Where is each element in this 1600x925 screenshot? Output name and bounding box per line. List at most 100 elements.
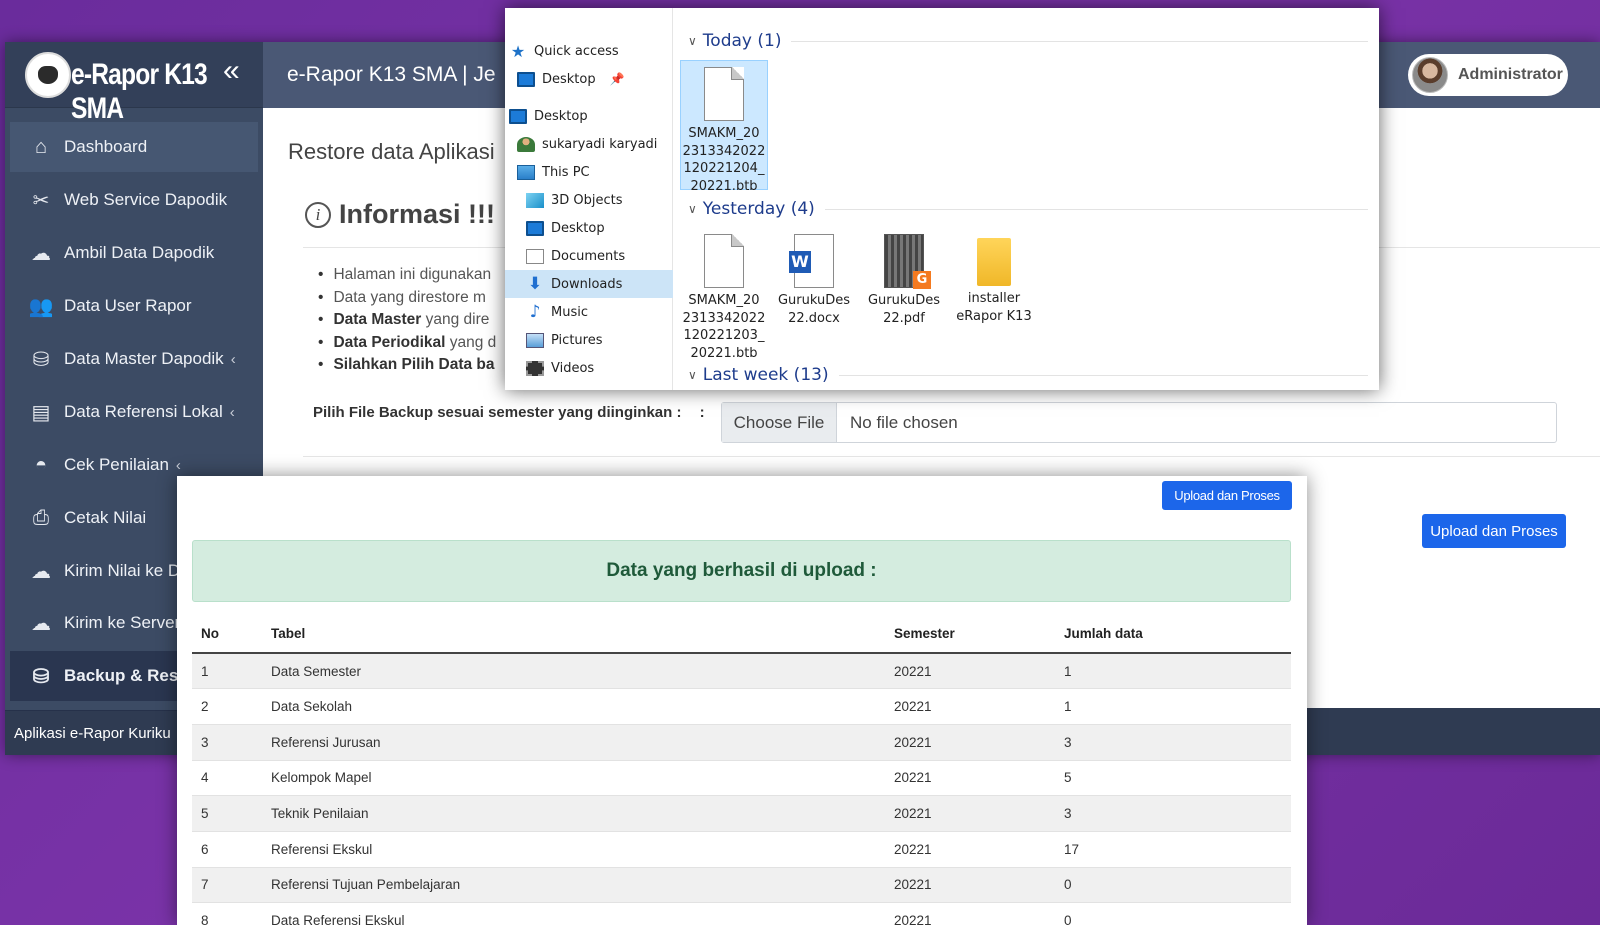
word-document-icon: [789, 234, 834, 288]
info-list-item: Data Master yang dire: [318, 309, 496, 332]
sidebar-item-label: Data Referensi Lokal: [64, 402, 223, 421]
desktop-icon: [509, 108, 527, 124]
nav-item-music[interactable]: ♪ Music: [505, 298, 673, 326]
nav-item-documents[interactable]: Documents: [505, 242, 673, 270]
chevron-left-icon: ‹: [175, 456, 181, 474]
column-header-tabel: Tabel: [262, 614, 885, 654]
nav-item-videos[interactable]: Videos: [505, 354, 673, 382]
nav-item-desktop[interactable]: Desktop: [505, 102, 673, 130]
pin-icon: 📌: [609, 72, 625, 86]
nav-item-label: sukaryadi karyadi: [542, 136, 658, 152]
table-cell: 5: [1055, 759, 1291, 796]
nav-item-quick-access[interactable]: ★ Quick access: [505, 37, 673, 65]
info-item-emphasis: Silahkan Pilih Data ba: [333, 356, 495, 374]
nav-item-this-pc[interactable]: This PC: [505, 158, 673, 186]
sidebar-item-data-master-dapodik[interactable]: ⛁ Data Master Dapodik ‹: [10, 334, 258, 384]
database-icon: ⛁: [32, 665, 50, 688]
nav-item-pictures[interactable]: Pictures: [505, 326, 673, 354]
info-list-item: Halaman ini digunakan: [318, 264, 496, 287]
folder-icon: [977, 238, 1011, 286]
nav-item-desktop[interactable]: Desktop 📌: [505, 65, 673, 93]
sidebar-item-data-user-rapor[interactable]: 👥 Data User Rapor: [10, 281, 258, 331]
chevron-down-icon: ∨: [688, 34, 697, 48]
star-icon: ★: [510, 41, 526, 61]
file-icon: [704, 67, 744, 121]
music-icon: ♪: [529, 301, 541, 322]
file-group-header[interactable]: ∨ Today (1): [688, 31, 1368, 51]
nav-item-label: Desktop: [542, 71, 596, 87]
users-icon: 👥: [28, 295, 54, 318]
sidebar-item-label: Ambil Data Dapodik: [64, 243, 215, 262]
file-item[interactable]: installer eRapor K13: [950, 228, 1038, 358]
table-cell: Kelompok Mapel: [262, 759, 885, 796]
file-group-header[interactable]: ∨ Last week (13): [688, 365, 1368, 385]
table-cell: 20221: [885, 830, 1055, 868]
sidebar-item-label: Cek Penilaian: [64, 455, 169, 474]
table-cell: Referensi Jurusan: [262, 723, 885, 761]
table-cell: 1: [1055, 652, 1291, 689]
user-folder-icon: [517, 136, 535, 152]
chevron-left-icon: ‹: [229, 403, 235, 421]
table-cell: 20221: [885, 902, 1055, 925]
table-cell: 4: [192, 759, 262, 796]
file-group-title: Last week (13): [702, 365, 829, 385]
table-cell: 1: [1055, 688, 1291, 725]
cloud-upload-icon: ☁: [31, 612, 51, 635]
sidebar-item-label: Kirim Nilai ke D: [64, 561, 181, 580]
chevron-left-icon: ‹: [230, 350, 236, 368]
info-item-emphasis: Data Periodikal: [333, 333, 446, 351]
file-group-title: Yesterday (4): [702, 199, 815, 219]
info-list-item: Data Periodikal yang d: [318, 332, 496, 355]
table-cell: 20221: [885, 688, 1055, 725]
info-heading: i Informasi !!!: [305, 199, 495, 230]
file-item[interactable]: GurukuDes 22.pdf: [860, 228, 948, 358]
home-icon: ⌂: [34, 135, 48, 158]
nav-item-desktop[interactable]: Desktop: [505, 214, 673, 242]
user-name: Administrator: [1458, 66, 1563, 83]
upload-process-button[interactable]: Upload dan Proses: [1162, 481, 1292, 510]
upload-process-button[interactable]: Upload dan Proses: [1422, 514, 1566, 548]
choose-file-button[interactable]: Choose File: [722, 403, 837, 442]
info-title: Informasi !!!: [339, 199, 496, 229]
file-item[interactable]: SMAKM_20 2313342022 120221204_ 20221.btb: [680, 60, 768, 194]
pdf-file-icon: [884, 234, 931, 289]
table-cell: 7: [192, 866, 262, 903]
success-alert: Data yang berhasil di upload :: [192, 540, 1291, 602]
sidebar-item-web-service-dapodik[interactable]: ✂ Web Service Dapodik: [10, 175, 258, 225]
sidebar-item-label: Cetak Nilai: [64, 508, 147, 527]
table-cell: Referensi Tujuan Pembelajaran: [262, 866, 885, 903]
file-name: SMAKM_20 2313342022 120221203_ 20221.btb: [682, 293, 766, 361]
table-cell: 6: [192, 830, 262, 868]
chevron-down-icon: ∨: [688, 368, 697, 382]
file-status: No file chosen: [850, 412, 958, 432]
info-item-text: yang d: [445, 333, 497, 351]
table-cell: 3: [192, 723, 262, 761]
table-cell: 5: [192, 795, 262, 832]
backup-file-input[interactable]: Choose File No file chosen: [721, 402, 1557, 443]
collapse-sidebar-icon[interactable]: «: [223, 56, 240, 86]
nav-item-downloads[interactable]: ⬇ Downloads: [505, 270, 673, 298]
file-item[interactable]: SMAKM_20 2313342022 120221203_ 20221.btb: [680, 228, 768, 361]
sidebar-item-label: Data User Rapor: [64, 296, 192, 315]
nav-item-label: Desktop: [551, 220, 605, 236]
column-header-jumlah-data: Jumlah data: [1055, 614, 1291, 654]
table-cell: 0: [1055, 866, 1291, 903]
sidebar-item-dashboard[interactable]: ⌂ Dashboard: [10, 122, 258, 172]
table-header-row: No Tabel Semester Jumlah data: [192, 614, 1291, 654]
file-icon: [704, 234, 744, 288]
sidebar-item-data-referensi-lokal[interactable]: ▤ Data Referensi Lokal ‹: [10, 387, 258, 437]
sidebar-item-ambil-data-dapodik[interactable]: ☁ Ambil Data Dapodik: [10, 228, 258, 278]
divider: [303, 456, 1600, 457]
pc-icon: [517, 164, 535, 180]
videos-icon: [526, 360, 544, 376]
nav-item-sukaryadi-karyadi[interactable]: sukaryadi karyadi: [505, 130, 673, 158]
nav-item-3d-objects[interactable]: 3D Objects: [505, 186, 673, 214]
nav-item-label: This PC: [542, 164, 590, 180]
file-item[interactable]: GurukuDes 22.docx: [770, 228, 858, 358]
sidebar-item-label: Data Master Dapodik: [64, 349, 224, 368]
info-icon: i: [305, 201, 331, 228]
user-menu[interactable]: Administrator: [1408, 54, 1568, 96]
file-group-header[interactable]: ∨ Yesterday (4): [688, 199, 1368, 219]
info-item-text: yang dire: [421, 311, 490, 329]
download-arrow-icon: ⬇: [527, 273, 543, 294]
